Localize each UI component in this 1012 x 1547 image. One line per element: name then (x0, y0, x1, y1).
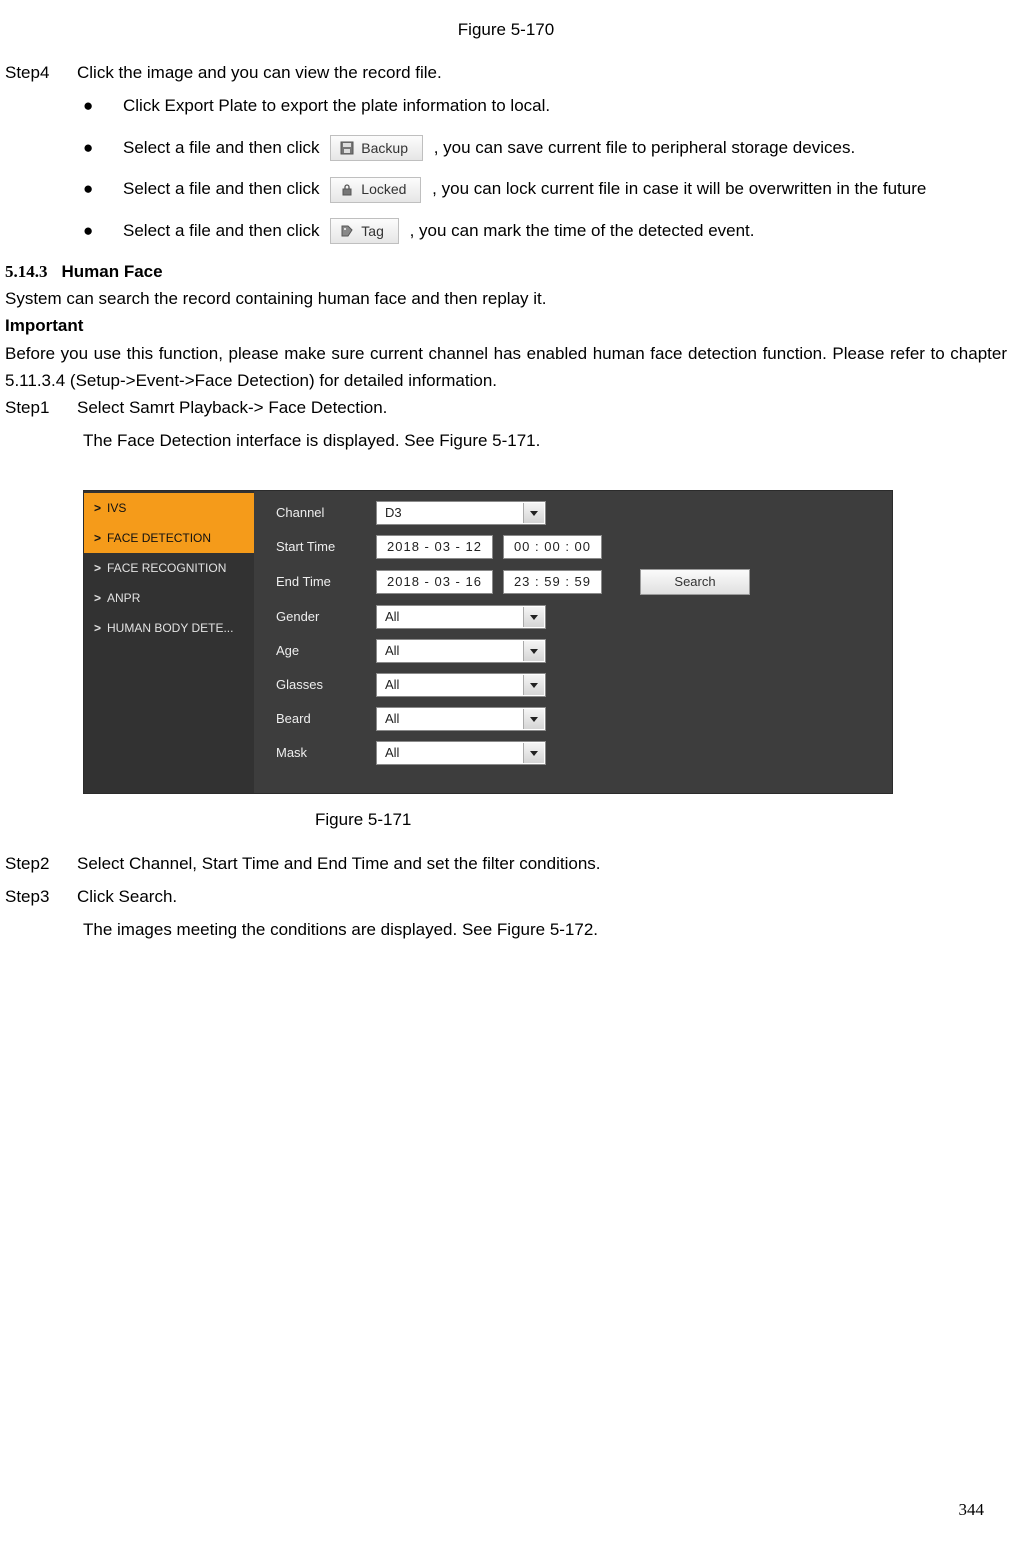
channel-select[interactable]: D3 (376, 501, 546, 525)
sidebar-item-label: FACE DETECTION (107, 529, 211, 548)
step1-label: Step1 (5, 394, 77, 421)
chevron-down-icon (530, 615, 538, 620)
sidebar-item-face-detection[interactable]: > FACE DETECTION (84, 523, 254, 553)
sidebar-item-anpr[interactable]: > ANPR (84, 583, 254, 613)
start-date-input[interactable]: 2018 - 03 - 12 (376, 535, 493, 559)
start-time-label: Start Time (276, 537, 376, 558)
step3-row: Step3 Click Search. (5, 883, 1007, 910)
step1-row: Step1 Select Samrt Playback-> Face Detec… (5, 394, 1007, 421)
sidebar-item-human-body[interactable]: > HUMAN BODY DETE... (84, 613, 254, 643)
step3-text2: The images meeting the conditions are di… (5, 916, 1007, 943)
step2-text: Select Channel, Start Time and End Time … (77, 850, 1007, 877)
chevron-down-icon (530, 511, 538, 516)
bullet-3-pre: Select a file and then click (123, 179, 324, 198)
age-select[interactable]: All (376, 639, 546, 663)
age-value: All (385, 641, 399, 662)
backup-button-label: Backup (361, 137, 408, 159)
channel-label: Channel (276, 503, 376, 524)
end-time-input[interactable]: 23 : 59 : 59 (503, 570, 602, 594)
locked-button-label: Locked (361, 178, 406, 200)
sidebar: > IVS > FACE DETECTION > FACE RECOGNITIO… (84, 491, 254, 793)
step3-text: Click Search. (77, 887, 177, 906)
channel-value: D3 (385, 503, 402, 524)
important-text: Before you use this function, please mak… (5, 340, 1007, 394)
step4-bullets: ● Click Export Plate to export the plate… (81, 92, 1007, 244)
sidebar-item-label: HUMAN BODY DETE... (107, 619, 233, 638)
gender-select[interactable]: All (376, 605, 546, 629)
tag-icon (339, 223, 355, 239)
mask-select[interactable]: All (376, 741, 546, 765)
backup-button[interactable]: Backup (330, 135, 423, 161)
mask-value: All (385, 743, 399, 764)
mask-label: Mask (276, 743, 376, 764)
section-intro: System can search the record containing … (5, 285, 1007, 312)
chevron-down-icon (530, 751, 538, 756)
section-header: 5.14.3 Human Face (5, 258, 1007, 285)
sidebar-item-label: IVS (107, 499, 126, 518)
tag-button[interactable]: Tag (330, 218, 399, 244)
bullet-4-pre: Select a file and then click (123, 221, 324, 240)
step2-label: Step2 (5, 850, 77, 877)
bullet-dot: ● (81, 175, 123, 202)
section-title: Human Face (62, 258, 163, 285)
bullet-4-post: , you can mark the time of the detected … (410, 221, 755, 240)
important-heading: Important (5, 312, 1007, 339)
glasses-label: Glasses (276, 675, 376, 696)
chevron-right-icon: > (94, 589, 101, 608)
bullet-3-post: , you can lock current file in case it w… (432, 179, 926, 198)
bullet-dot: ● (81, 92, 123, 119)
chevron-right-icon: > (94, 499, 101, 518)
lock-icon (339, 182, 355, 198)
age-label: Age (276, 641, 376, 662)
beard-value: All (385, 709, 399, 730)
step2-row: Step2 Select Channel, Start Time and End… (5, 850, 1007, 877)
bullet-1-text: Click Export Plate to export the plate i… (123, 96, 550, 115)
bullet-2-pre: Select a file and then click (123, 138, 324, 157)
figure-caption-bottom: Figure 5-171 (5, 806, 1007, 833)
face-detection-ui: > IVS > FACE DETECTION > FACE RECOGNITIO… (83, 490, 893, 794)
figure-caption-top: Figure 5-170 (5, 16, 1007, 43)
gender-label: Gender (276, 607, 376, 628)
sidebar-item-label: FACE RECOGNITION (107, 559, 226, 578)
save-icon (339, 140, 355, 156)
step4-row: Step4 Click the image and you can view t… (5, 59, 1007, 86)
section-number: 5.14.3 (5, 258, 48, 285)
end-date-input[interactable]: 2018 - 03 - 16 (376, 570, 493, 594)
form-panel: Channel D3 Start Time 2018 - 03 - 12 00 … (254, 491, 892, 793)
sidebar-item-ivs[interactable]: > IVS (84, 493, 254, 523)
locked-button[interactable]: Locked (330, 177, 421, 203)
bullet-2-post: , you can save current file to periphera… (434, 138, 855, 157)
step1-text2: The Face Detection interface is displaye… (5, 427, 1007, 454)
step4-label: Step4 (5, 59, 77, 86)
tag-button-label: Tag (361, 220, 384, 242)
gender-value: All (385, 607, 399, 628)
bullet-dot: ● (81, 134, 123, 161)
chevron-down-icon (530, 683, 538, 688)
chevron-down-icon (530, 717, 538, 722)
page-number: 344 (959, 1496, 985, 1523)
chevron-right-icon: > (94, 529, 101, 548)
chevron-right-icon: > (94, 619, 101, 638)
step4-text: Click the image and you can view the rec… (77, 59, 1007, 86)
beard-label: Beard (276, 709, 376, 730)
glasses-value: All (385, 675, 399, 696)
step1-text: Select Samrt Playback-> Face Detection. (77, 398, 387, 417)
chevron-right-icon: > (94, 559, 101, 578)
beard-select[interactable]: All (376, 707, 546, 731)
glasses-select[interactable]: All (376, 673, 546, 697)
chevron-down-icon (530, 649, 538, 654)
start-time-input[interactable]: 00 : 00 : 00 (503, 535, 602, 559)
step3-label: Step3 (5, 883, 77, 910)
bullet-dot: ● (81, 217, 123, 244)
sidebar-item-label: ANPR (107, 589, 140, 608)
search-button[interactable]: Search (640, 569, 750, 595)
end-time-label: End Time (276, 572, 376, 593)
sidebar-item-face-recognition[interactable]: > FACE RECOGNITION (84, 553, 254, 583)
